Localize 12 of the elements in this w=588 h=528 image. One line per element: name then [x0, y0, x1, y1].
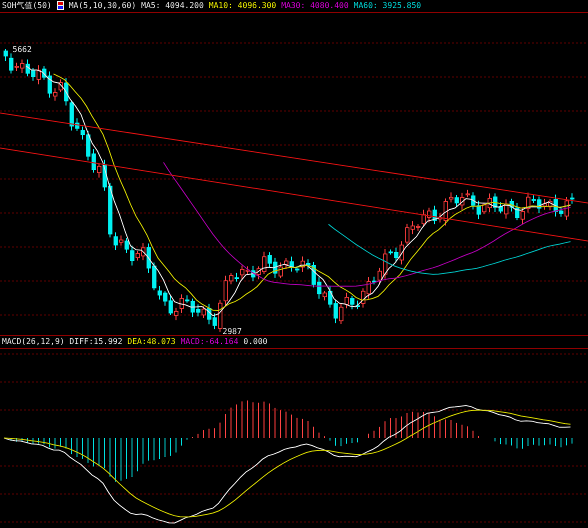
legend-text: MA(5,10,30,60) — [68, 1, 136, 10]
low-price-label: 2987 — [222, 326, 242, 336]
high-price-label: 5662 — [12, 45, 32, 54]
legend-text: MACD(26,12,9) DIFF:15.992 — [2, 337, 122, 346]
legend-text: MA5: 4094.200 — [141, 1, 204, 10]
legend-text: MA60: 3925.850 — [354, 1, 422, 10]
legend-text: MA10: 4096.300 — [208, 1, 276, 10]
legend-text: MACD:-64.164 — [180, 337, 238, 346]
legend-text: DEA:48.073 — [127, 337, 176, 346]
legend-text: SOH气值(50) — [2, 0, 52, 12]
legend-text: 0.000 — [243, 337, 268, 346]
legend-text: MA30: 4080.400 — [281, 1, 349, 10]
